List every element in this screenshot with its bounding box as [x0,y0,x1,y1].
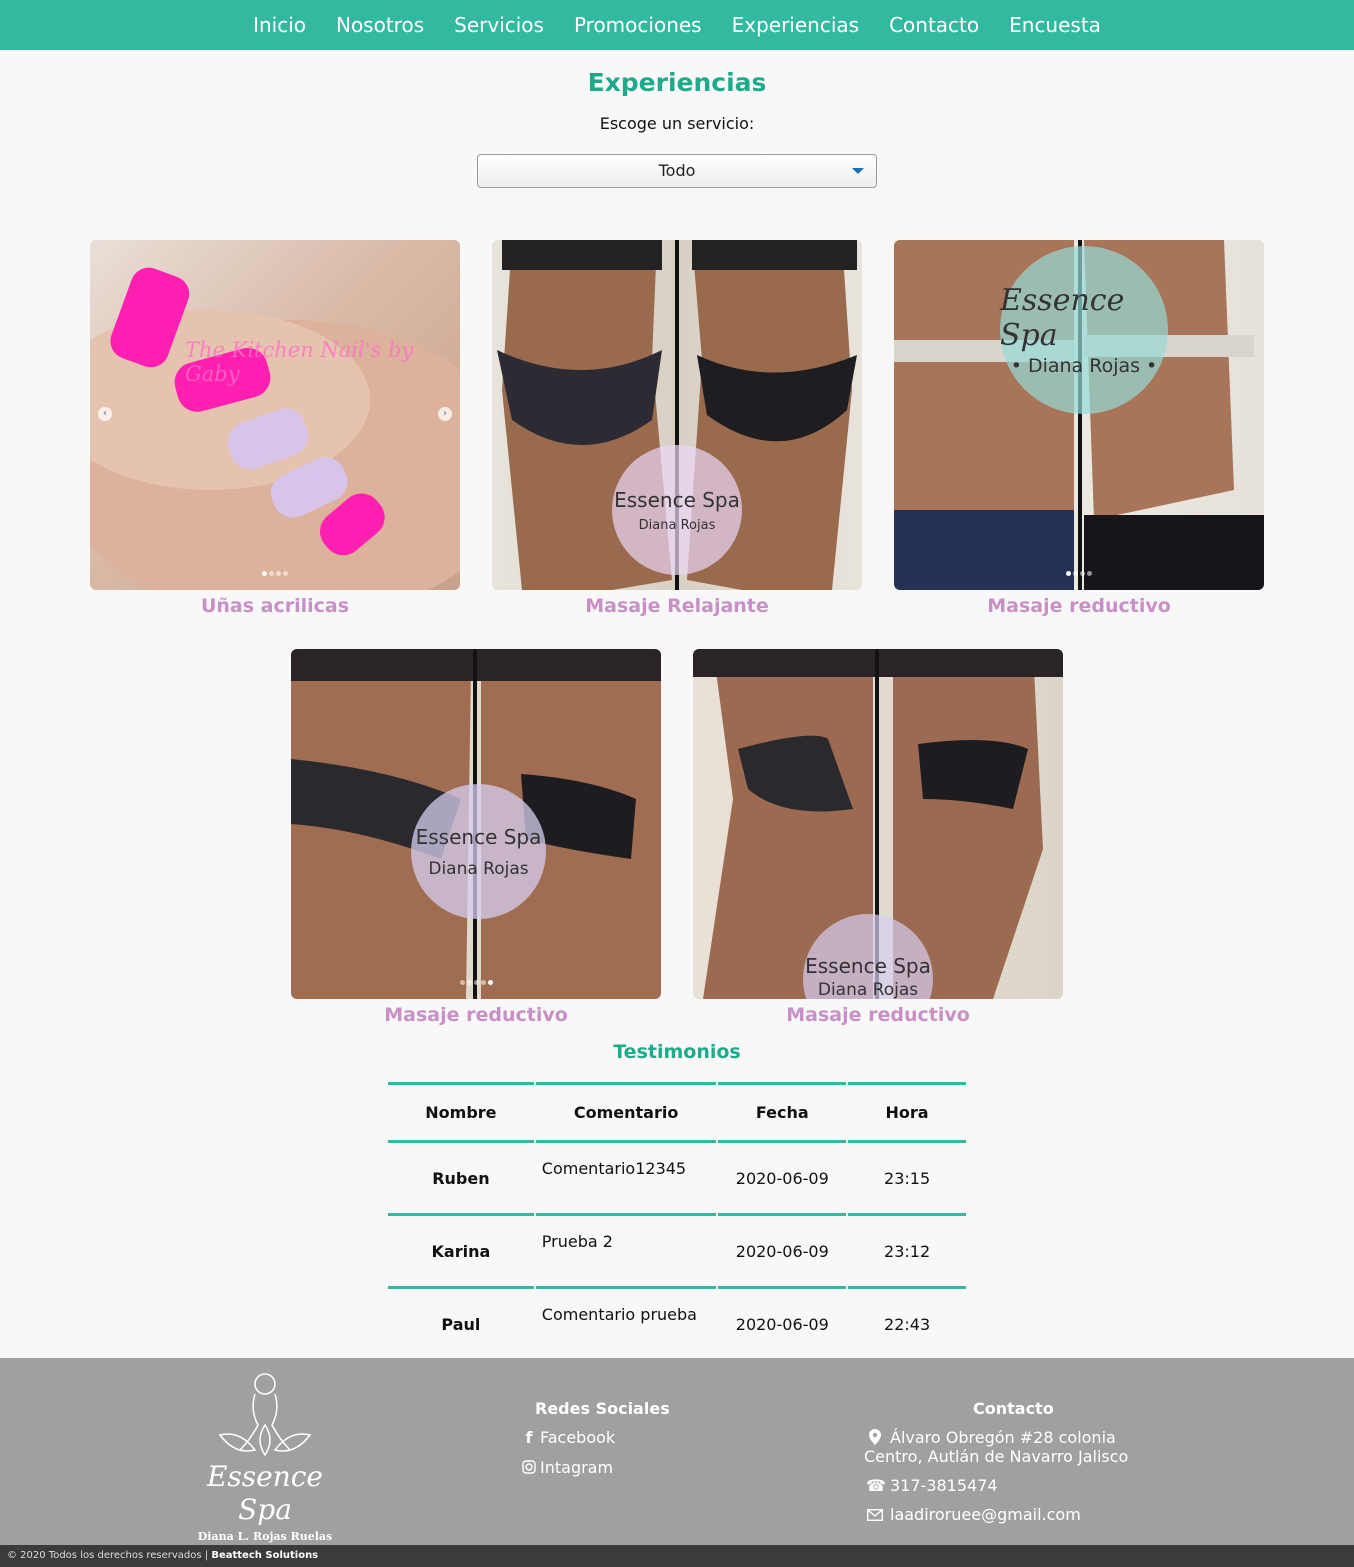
email-link[interactable]: laadiroruee@gmail.com [866,1505,1081,1524]
nav-servicios[interactable]: Servicios [454,0,544,50]
contact-title: Contacto [973,1399,1054,1418]
cell-comentario: Comentario prueba [535,1286,717,1359]
carousel-next-icon[interactable]: › [438,407,452,421]
column-header: Comentario [535,1082,717,1140]
copyright-bar: © 2020 Todos los derechos reservados | B… [0,1545,1354,1567]
gallery-card-relajante: Essence Spa Diana Rojas Masaje Relajante [492,240,862,617]
cell-fecha: 2020-06-09 [718,1140,847,1213]
cell-hora: 22:43 [848,1286,966,1359]
cell-nombre: Karina [388,1213,534,1286]
nails-watermark: The Kitchen Nail's by Gaby [185,338,414,386]
social-title: Redes Sociales [535,1399,670,1418]
column-header: Hora [848,1082,966,1140]
carousel-dots [90,561,460,580]
address-line-2: Centro, Autlán de Navarro Jalisco [864,1447,1129,1466]
gallery-card-unas: The Kitchen Nail's by Gaby ‹ › Uñas acri… [90,240,460,617]
carousel-dots [291,970,661,989]
gallery-caption: Masaje reductivo [987,595,1171,617]
nav-inicio[interactable]: Inicio [253,0,306,50]
cell-hora: 23:12 [848,1213,966,1286]
facebook-icon: f [525,1428,533,1447]
phone-icon: ☎ [866,1476,886,1495]
column-header: Nombre [388,1082,534,1140]
table-row: Karina Prueba 2 2020-06-09 23:12 [388,1213,966,1286]
column-header: Fecha [718,1082,847,1140]
nav-contacto[interactable]: Contacto [889,0,979,50]
envelope-icon [866,1505,884,1524]
cell-fecha: 2020-06-09 [718,1286,847,1359]
gallery-image-reductivo-2[interactable]: Essence Spa Diana Rojas [291,649,661,999]
gallery-caption: Uñas acrilicas [200,595,350,617]
address: Álvaro Obregón #28 colonia [866,1428,1116,1447]
table-row: Paul Comentario prueba 2020-06-09 22:43 [388,1286,966,1359]
spa-watermark: Essence Spa • Diana Rojas • [1000,246,1168,414]
nails-photo [90,267,460,590]
page-title: Experiencias [587,68,767,97]
gallery-caption: Masaje reductivo [384,1004,568,1026]
top-nav: Inicio Nosotros Servicios Promociones Ex… [0,0,1354,50]
carousel-dots [894,561,1264,580]
table-row: Ruben Comentario12345 2020-06-09 23:15 [388,1140,966,1213]
spa-logo-icon [218,1373,312,1457]
copyright-text: © 2020 Todos los derechos reservados | [7,1550,209,1561]
service-select[interactable]: Todo [477,154,877,188]
chevron-down-icon [852,168,864,174]
footer-logo: Essence Spa Diana L. Rojas Ruelas [190,1370,340,1543]
company-link[interactable]: Beattech Solutions [211,1550,318,1561]
cell-comentario: Comentario12345 [535,1140,717,1213]
footer: Essence Spa Diana L. Rojas Ruelas Redes … [0,1358,1354,1545]
instagram-link[interactable]: Intagram [522,1458,613,1477]
service-select-label: Escoge un servicio: [599,114,755,133]
gallery-image-reductivo-3[interactable]: Essence Spa Diana Rojas [693,649,1063,999]
nav-nosotros[interactable]: Nosotros [336,0,424,50]
spa-watermark: Essence Spa Diana Rojas [411,784,546,919]
phone: ☎ 317-3815474 [866,1476,998,1495]
service-select-value: Todo [658,161,696,180]
cell-comentario: Prueba 2 [535,1213,717,1286]
cell-nombre: Paul [388,1286,534,1359]
spa-watermark: Essence Spa Diana Rojas [612,445,742,575]
footer-logo-sub: Diana L. Rojas Ruelas [197,1530,333,1543]
gallery-card-reductivo-1: Essence Spa • Diana Rojas • Masaje reduc… [894,240,1264,617]
testimonios-title: Testimonios [613,1041,741,1063]
facebook-link[interactable]: f Facebook [522,1428,616,1447]
instagram-icon [522,1458,536,1477]
testimonios-table: Nombre Comentario Fecha Hora Ruben Comen… [386,1082,968,1359]
cell-fecha: 2020-06-09 [718,1213,847,1286]
map-pin-icon [866,1428,884,1447]
nav-encuesta[interactable]: Encuesta [1009,0,1101,50]
nav-experiencias[interactable]: Experiencias [732,0,859,50]
gallery-card-reductivo-3: Essence Spa Diana Rojas Masaje reductivo [693,649,1063,1026]
gallery-image-relajante[interactable]: Essence Spa Diana Rojas [492,240,862,590]
footer-logo-name: Essence Spa [206,1460,324,1526]
nav-promociones[interactable]: Promociones [574,0,702,50]
gallery-caption: Masaje Relajante [585,595,769,617]
gallery-caption: Masaje reductivo [786,1004,970,1026]
cell-hora: 23:15 [848,1140,966,1213]
gallery-image-reductivo-1[interactable]: Essence Spa • Diana Rojas • [894,240,1264,590]
cell-nombre: Ruben [388,1140,534,1213]
carousel-prev-icon[interactable]: ‹ [98,407,112,421]
gallery-image-unas[interactable]: The Kitchen Nail's by Gaby ‹ › [90,240,460,590]
gallery-card-reductivo-2: Essence Spa Diana Rojas Masaje reductivo [291,649,661,1026]
